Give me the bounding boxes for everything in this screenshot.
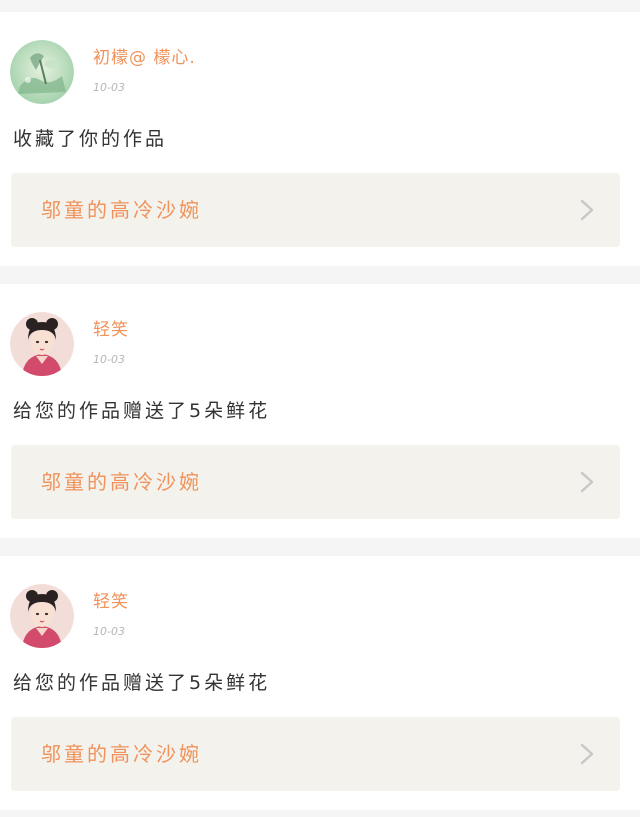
- chevron-right-icon: [580, 471, 594, 493]
- chevron-right-icon: [580, 743, 594, 765]
- avatar-portrait-icon[interactable]: [10, 312, 74, 376]
- user-name[interactable]: 轻笑: [93, 320, 129, 340]
- notification-message: 给您的作品赠送了5朵鲜花: [13, 400, 271, 422]
- notification-card: 初檬@ 檬心. 10-03 收藏了你的作品 邬童的高冷沙婉: [0, 12, 640, 266]
- post-date: 10-03: [93, 81, 125, 94]
- work-link-button[interactable]: 邬童的高冷沙婉: [11, 173, 620, 247]
- notification-message: 给您的作品赠送了5朵鲜花: [13, 672, 271, 694]
- user-name[interactable]: 轻笑: [93, 592, 129, 612]
- notification-card: 轻笑 10-03 给您的作品赠送了5朵鲜花 邬童的高冷沙婉: [0, 284, 640, 538]
- post-date: 10-03: [93, 353, 125, 366]
- chevron-right-icon: [580, 199, 594, 221]
- work-title: 邬童的高冷沙婉: [41, 198, 202, 222]
- user-name[interactable]: 初檬@ 檬心.: [93, 48, 196, 68]
- post-date: 10-03: [93, 625, 125, 638]
- avatar-portrait-icon[interactable]: [10, 584, 74, 648]
- notification-card: 轻笑 10-03 给您的作品赠送了5朵鲜花 邬童的高冷沙婉: [0, 556, 640, 810]
- notification-feed: 初檬@ 檬心. 10-03 收藏了你的作品 邬童的高冷沙婉 轻笑 10-03 给…: [0, 0, 640, 817]
- work-link-button[interactable]: 邬童的高冷沙婉: [11, 445, 620, 519]
- work-title: 邬童的高冷沙婉: [41, 742, 202, 766]
- notification-message: 收藏了你的作品: [13, 128, 168, 150]
- avatar-landscape-icon[interactable]: [10, 40, 74, 104]
- work-link-button[interactable]: 邬童的高冷沙婉: [11, 717, 620, 791]
- work-title: 邬童的高冷沙婉: [41, 470, 202, 494]
